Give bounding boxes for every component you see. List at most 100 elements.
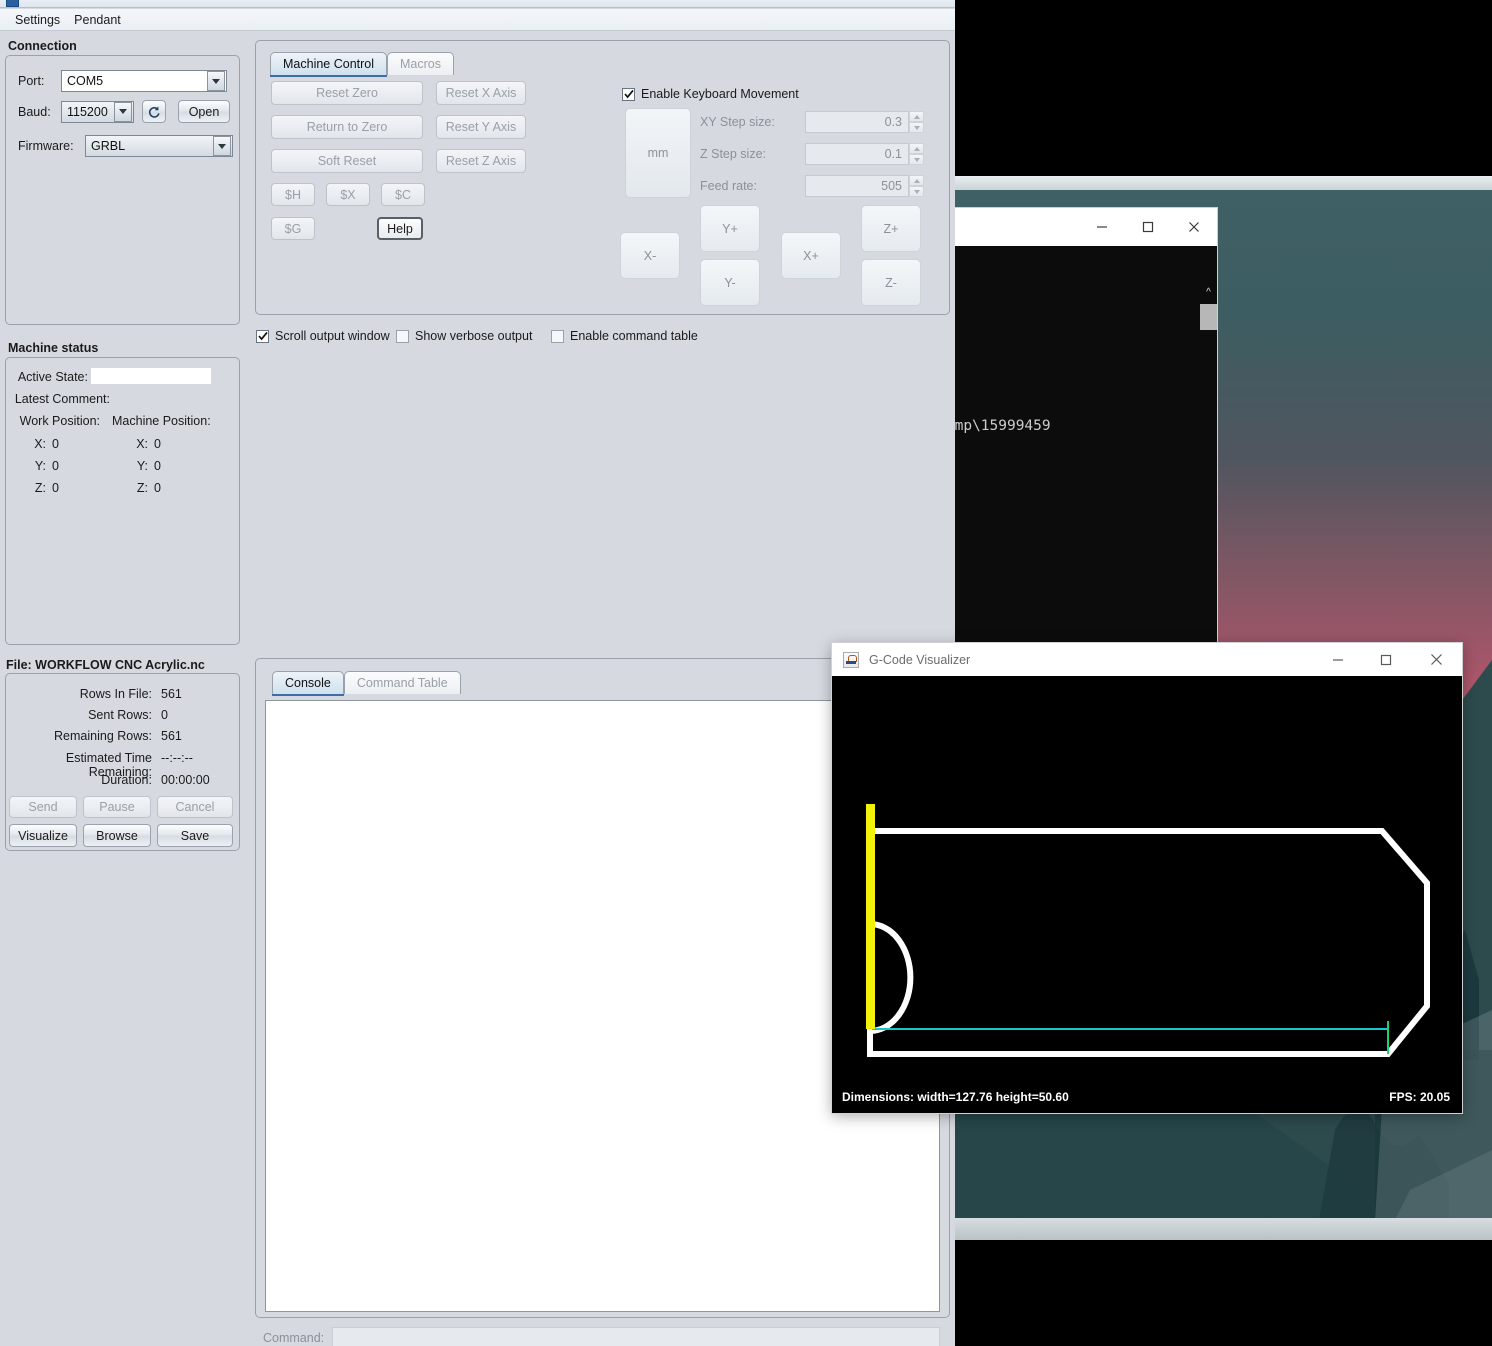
terminal-scrollbar[interactable]: ^: [1200, 284, 1217, 645]
xy-step-size-spinner[interactable]: 0.3: [805, 111, 924, 133]
jog-x-minus-button[interactable]: X-: [620, 232, 680, 279]
connection-group: [5, 55, 240, 325]
browse-button[interactable]: Browse: [83, 824, 151, 847]
visualize-button[interactable]: Visualize: [9, 824, 77, 847]
command-input[interactable]: [332, 1327, 940, 1346]
chevron-down-icon[interactable]: [909, 186, 924, 197]
close-icon[interactable]: [1171, 208, 1217, 246]
return-to-zero-button[interactable]: Return to Zero: [271, 115, 423, 139]
chevron-down-icon[interactable]: [909, 122, 924, 133]
terminal-window[interactable]: e rocessedLines ndExportToFile eus\AppDa…: [955, 208, 1217, 645]
maximize-icon[interactable]: [1125, 208, 1171, 246]
z-step-size-value[interactable]: 0.1: [805, 143, 909, 165]
jog-x-plus-button[interactable]: X+: [781, 232, 841, 279]
latest-comment-label: Latest Comment:: [14, 392, 110, 406]
save-button[interactable]: Save: [157, 824, 233, 847]
chevron-down-icon[interactable]: [114, 101, 132, 122]
reset-y-axis-button[interactable]: Reset Y Axis: [436, 115, 526, 139]
machine-status-group-title: Machine status: [8, 341, 99, 355]
firmware-combobox[interactable]: GRBL: [85, 135, 233, 157]
port-combobox[interactable]: COM5: [61, 70, 227, 92]
enable-command-table-label: Enable command table: [570, 329, 698, 343]
chevron-up-icon[interactable]: [909, 111, 924, 122]
chevron-up-icon[interactable]: [909, 143, 924, 154]
baud-combobox[interactable]: 115200: [61, 100, 134, 123]
tab-machine-control[interactable]: Machine Control: [270, 52, 388, 77]
reset-x-axis-button[interactable]: Reset X Axis: [436, 81, 526, 105]
port-row: Port: COM5: [18, 70, 227, 92]
jog-z-plus-button[interactable]: Z+: [861, 205, 921, 252]
jog-y-minus-button[interactable]: Y-: [700, 259, 760, 306]
sent-rows-label: Sent Rows:: [88, 708, 152, 722]
refresh-icon[interactable]: [142, 100, 166, 123]
chevron-down-icon[interactable]: [909, 154, 924, 165]
z-step-size-label: Z Step size:: [700, 147, 766, 161]
reset-zero-button[interactable]: Reset Zero: [271, 81, 423, 105]
app-icon: [6, 0, 19, 7]
stepper-arrows[interactable]: [909, 175, 924, 197]
active-state-label: Active State:: [17, 370, 88, 384]
enable-keyboard-movement-checkbox[interactable]: Enable Keyboard Movement: [622, 87, 799, 101]
pause-button[interactable]: Pause: [83, 796, 151, 818]
cancel-button[interactable]: Cancel: [157, 796, 233, 818]
terminal-output[interactable]: e rocessedLines ndExportToFile eus\AppDa…: [955, 246, 1217, 645]
open-button[interactable]: Open: [178, 100, 230, 123]
gcode-toolpath: [866, 804, 1430, 1057]
terminal-titlebar[interactable]: [955, 208, 1217, 246]
check-command-button[interactable]: $C: [381, 183, 425, 206]
duration-value: 00:00:00: [161, 773, 210, 787]
visualizer-titlebar[interactable]: G-Code Visualizer: [832, 643, 1462, 676]
home-command-button[interactable]: $H: [271, 183, 315, 206]
jog-y-plus-button[interactable]: Y+: [700, 205, 760, 252]
work-z-value: 0: [52, 481, 59, 495]
stepper-arrows[interactable]: [909, 143, 924, 165]
console-tabbar: Console Command Table: [272, 670, 461, 696]
chevron-down-icon[interactable]: [207, 71, 225, 91]
reset-z-axis-button[interactable]: Reset Z Axis: [436, 149, 526, 173]
scroll-up-icon[interactable]: ^: [1200, 284, 1217, 301]
feed-rate-spinner[interactable]: 505: [805, 175, 924, 197]
stepper-arrows[interactable]: [909, 111, 924, 133]
scroll-output-window-checkbox[interactable]: Scroll output window: [256, 329, 390, 343]
send-button[interactable]: Send: [9, 796, 77, 818]
eta-value: --:--:--: [161, 751, 193, 765]
scroll-output-window-label: Scroll output window: [275, 329, 390, 343]
terminal-window-buttons: [1079, 208, 1217, 246]
enable-command-table-checkbox[interactable]: Enable command table: [551, 329, 698, 343]
help-button[interactable]: Help: [377, 217, 423, 240]
unlock-command-button[interactable]: $X: [326, 183, 370, 206]
chevron-up-icon[interactable]: [909, 175, 924, 186]
minimize-icon[interactable]: [1079, 208, 1125, 246]
remaining-rows-label: Remaining Rows:: [54, 729, 152, 743]
java-coffee-icon: [843, 651, 859, 668]
firmware-value: GRBL: [91, 139, 126, 153]
soft-reset-button[interactable]: Soft Reset: [271, 149, 423, 173]
units-button[interactable]: mm: [625, 108, 691, 198]
feed-rate-value[interactable]: 505: [805, 175, 909, 197]
visualizer-window-buttons: [1314, 643, 1462, 676]
maximize-icon[interactable]: [1362, 643, 1410, 676]
remaining-rows-value: 561: [161, 729, 182, 743]
tab-macros[interactable]: Macros: [387, 52, 454, 75]
gstate-command-button[interactable]: $G: [271, 217, 315, 240]
tab-command-table[interactable]: Command Table: [343, 671, 461, 694]
scrollbar-thumb[interactable]: [1200, 304, 1217, 330]
z-step-size-spinner[interactable]: 0.1: [805, 143, 924, 165]
ugs-titlebar[interactable]: [0, 0, 955, 8]
visualizer-canvas[interactable]: Dimensions: width=127.76 height=50.60 FP…: [832, 676, 1462, 1113]
control-tabbar: Machine Control Macros: [270, 51, 454, 77]
menu-item-pendant[interactable]: Pendant: [67, 11, 128, 29]
feed-rate-label: Feed rate:: [700, 179, 757, 193]
checkmark-icon: [622, 87, 635, 101]
tab-console[interactable]: Console: [272, 671, 344, 696]
gcode-visualizer-window[interactable]: G-Code Visualizer Dimensions: width=127.…: [832, 643, 1462, 1113]
minimize-icon[interactable]: [1314, 643, 1362, 676]
xy-step-size-value[interactable]: 0.3: [805, 111, 909, 133]
show-verbose-output-checkbox[interactable]: Show verbose output: [396, 329, 532, 343]
menu-item-settings[interactable]: Settings: [8, 11, 67, 29]
close-icon[interactable]: [1410, 643, 1462, 676]
xy-step-size-label: XY Step size:: [700, 115, 775, 129]
chevron-down-icon[interactable]: [213, 136, 231, 156]
empty-checkbox-icon: [551, 329, 564, 343]
jog-z-minus-button[interactable]: Z-: [861, 259, 921, 306]
